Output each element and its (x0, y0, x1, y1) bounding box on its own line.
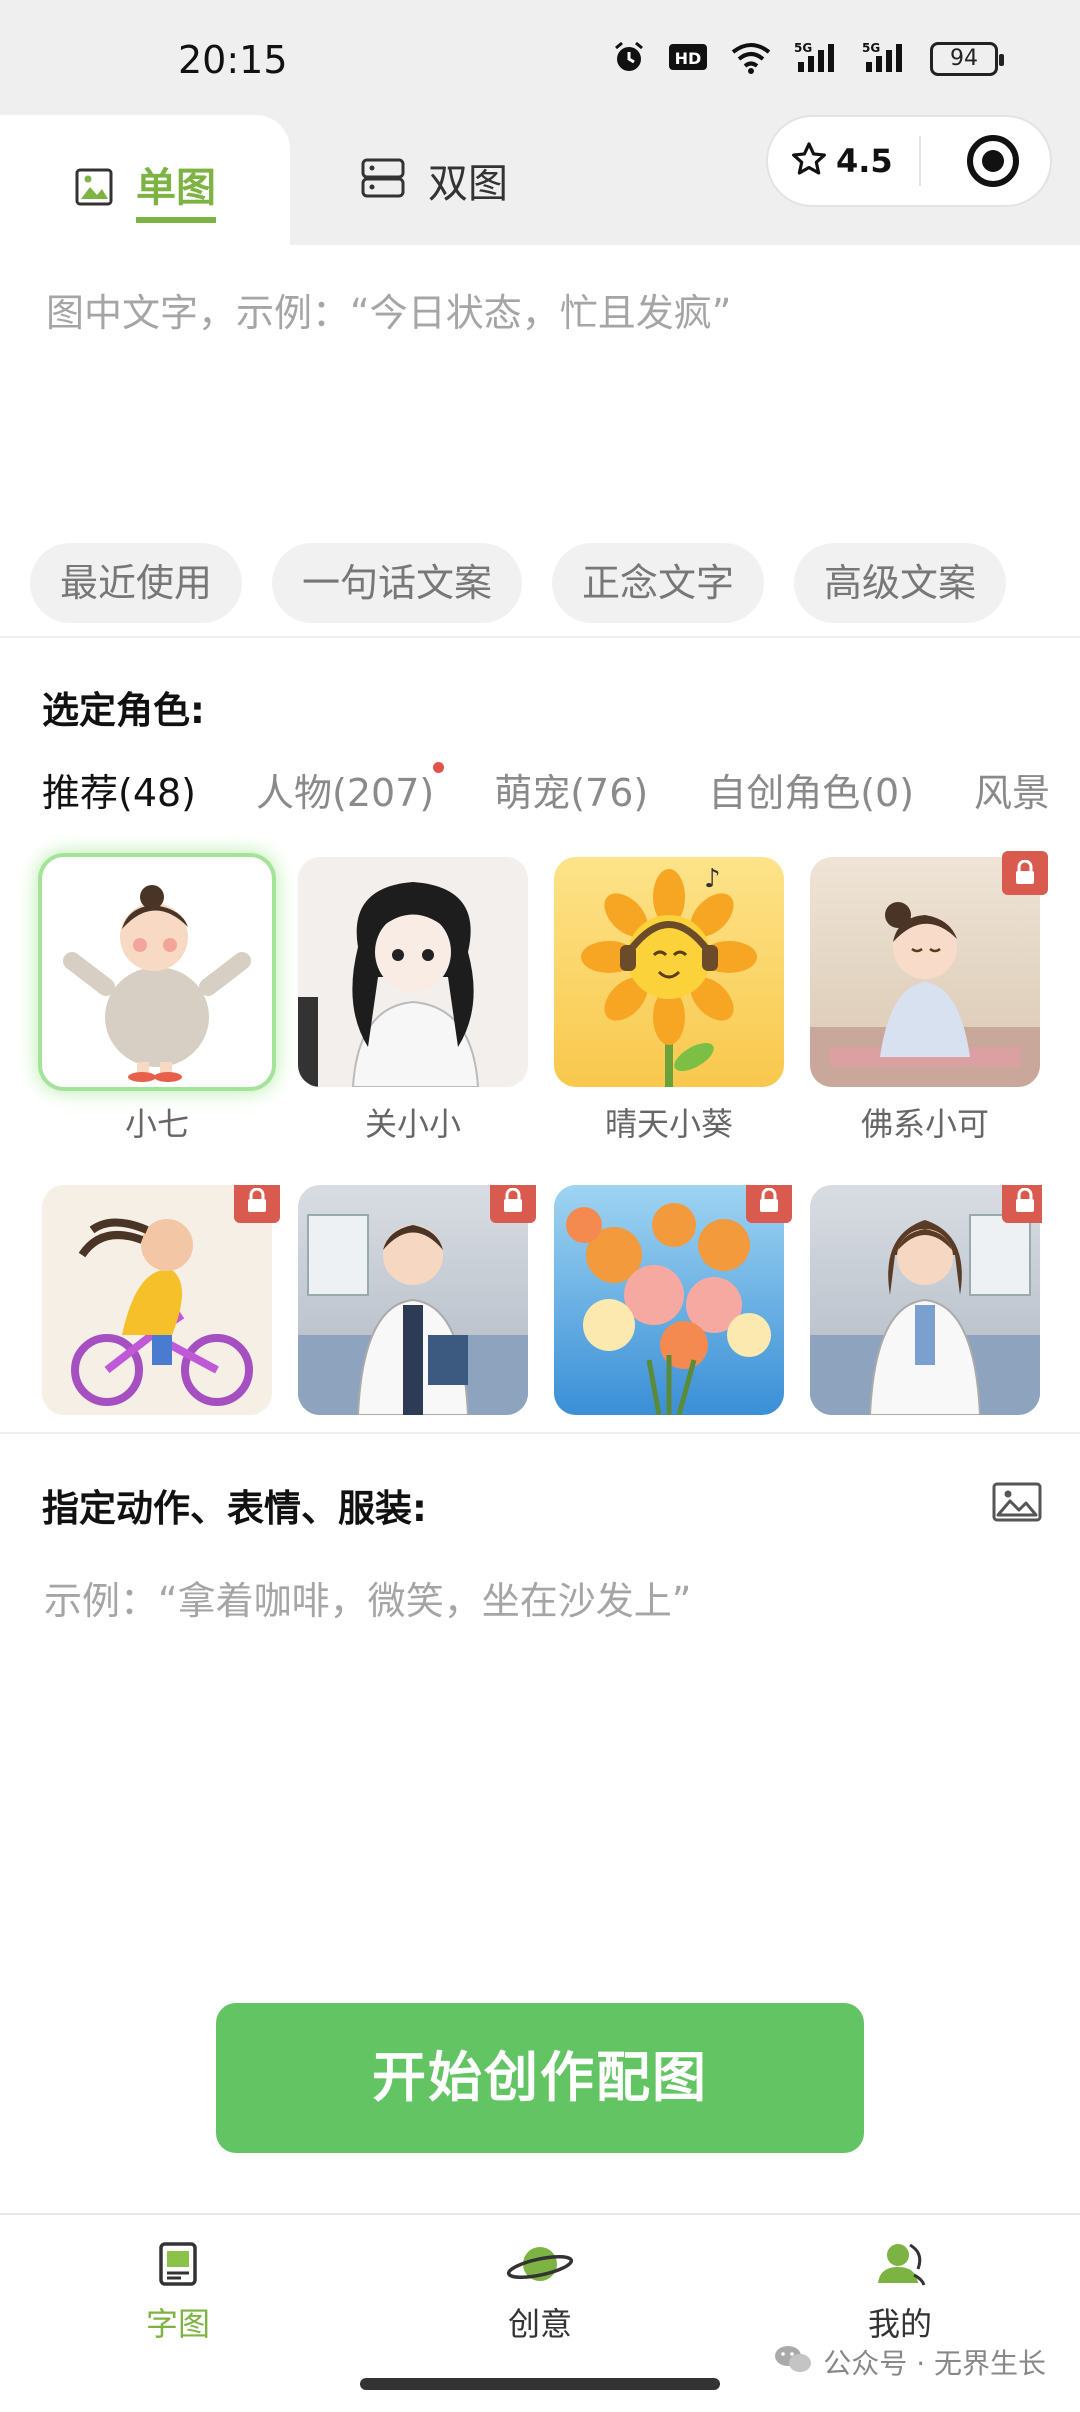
character-thumbnail (42, 857, 272, 1087)
chip-one-liner[interactable]: 一句话文案 (272, 543, 523, 623)
character-name: 佛系小可 (860, 1105, 989, 1143)
image-icon (74, 167, 114, 211)
watermark-text: 公众号 · 无界生长 (823, 2347, 1046, 2380)
character-card[interactable]: 佛系小可 (810, 851, 1048, 1145)
character-card[interactable] (554, 1185, 792, 1429)
nav-label: 字图 (145, 2305, 210, 2343)
nav-label: 创意 (507, 2305, 572, 2343)
mode-tabs: 单图 双图 4.5 (0, 115, 1080, 245)
lock-icon (1002, 851, 1048, 895)
nav-label: 我的 (867, 2305, 932, 2343)
tab-people-label: 人物(207) (256, 771, 435, 815)
bottom-nav: 字图 创意 我的 (0, 2213, 1080, 2363)
tab-single-label: 单图 (136, 155, 216, 223)
character-card[interactable] (810, 1185, 1042, 1429)
character-card[interactable] (42, 1185, 280, 1429)
divider (0, 636, 1080, 638)
wifi-icon (730, 40, 772, 78)
rating-button[interactable]: 4.5 (790, 140, 893, 182)
svg-text:HD: HD (675, 49, 702, 68)
lock-icon (234, 1185, 280, 1223)
action-section-title: 指定动作、表情、服装: (42, 1487, 427, 1530)
nav-item-profile[interactable]: 我的 (800, 2239, 1000, 2345)
status-time: 20:15 (178, 38, 288, 82)
character-grid-row-2 (42, 1185, 1042, 1429)
planet-icon (505, 2247, 575, 2293)
character-thumbnail (298, 857, 528, 1087)
character-category-tabs: 推荐(48) 人物(207) 萌宠(76) 自创角色(0) 风景 (42, 762, 1080, 832)
text-template-chips: 最近使用 一句话文案 正念文字 高级文案 (30, 543, 1050, 623)
lock-icon (490, 1185, 536, 1223)
rating-value: 4.5 (836, 142, 893, 180)
double-image-icon (360, 157, 406, 203)
divider (0, 1432, 1080, 1434)
tab-people[interactable]: 人物(207) (256, 762, 445, 832)
star-icon (790, 140, 828, 182)
tab-single-image[interactable]: 单图 (0, 115, 290, 245)
chip-recent[interactable]: 最近使用 (30, 543, 243, 623)
svg-text:5G: 5G (862, 41, 880, 55)
action-input[interactable]: 示例：“拿着咖啡，微笑，坐在沙发上” (44, 1570, 691, 1625)
character-name: 关小小 (364, 1105, 461, 1143)
chip-mindfulness[interactable]: 正念文字 (552, 543, 765, 623)
alarm-icon (612, 40, 646, 78)
tab-pets[interactable]: 萌宠(76) (494, 762, 648, 832)
home-indicator[interactable] (360, 2378, 720, 2390)
capsule-divider (918, 136, 921, 186)
character-section-title: 选定角色: (42, 689, 205, 732)
character-card[interactable]: 小七 (42, 857, 272, 1145)
svg-text:5G: 5G (794, 41, 812, 55)
character-card[interactable]: 关小小 (298, 857, 528, 1145)
status-icons: HD 5G 5G 94 (612, 40, 1004, 78)
status-bar: 20:15 HD 5G 5G 94 (0, 0, 1080, 115)
character-thumbnail: ♪ (554, 857, 784, 1087)
text-image-icon (153, 2242, 203, 2293)
tab-recommended[interactable]: 推荐(48) (42, 762, 196, 832)
miniprogram-capsule: 4.5 (766, 115, 1052, 207)
lock-icon (746, 1185, 792, 1223)
tab-custom-characters[interactable]: 自创角色(0) (708, 762, 914, 832)
user-icon (872, 2243, 928, 2293)
character-grid-row-1: 小七 关小小 ♪ 晴天小葵 佛系小可 (42, 851, 1048, 1145)
character-card[interactable]: ♪ 晴天小葵 (554, 857, 784, 1145)
tab-double-label: 双图 (428, 161, 508, 207)
character-name: 晴天小葵 (604, 1105, 733, 1143)
tab-scenery[interactable]: 风景 (974, 762, 1050, 832)
watermark: 公众号 · 无界生长 (773, 2342, 1046, 2382)
signal-5g-icon: 5G (794, 40, 840, 78)
chip-advanced-copy[interactable]: 高级文案 (794, 543, 1007, 623)
character-name: 小七 (124, 1105, 189, 1143)
nav-item-text-image[interactable]: 字图 (78, 2239, 278, 2345)
character-card[interactable] (298, 1185, 536, 1429)
signal-5g-icon-2: 5G (862, 40, 908, 78)
battery-indicator: 94 (930, 42, 1004, 76)
start-create-button[interactable]: 开始创作配图 (216, 2003, 864, 2153)
svg-text:♪: ♪ (704, 864, 721, 894)
nav-item-ideas[interactable]: 创意 (440, 2239, 640, 2345)
lock-icon (1002, 1185, 1042, 1223)
caption-input[interactable]: 图中文字，示例：“今日状态，忙且发疯” (46, 282, 731, 337)
image-upload-icon[interactable] (992, 1482, 1042, 1526)
close-target-icon[interactable] (966, 135, 1019, 187)
wechat-icon (773, 2343, 813, 2382)
new-dot (433, 762, 445, 773)
tab-double-image[interactable]: 双图 (360, 115, 508, 245)
hd-icon: HD (668, 41, 708, 77)
